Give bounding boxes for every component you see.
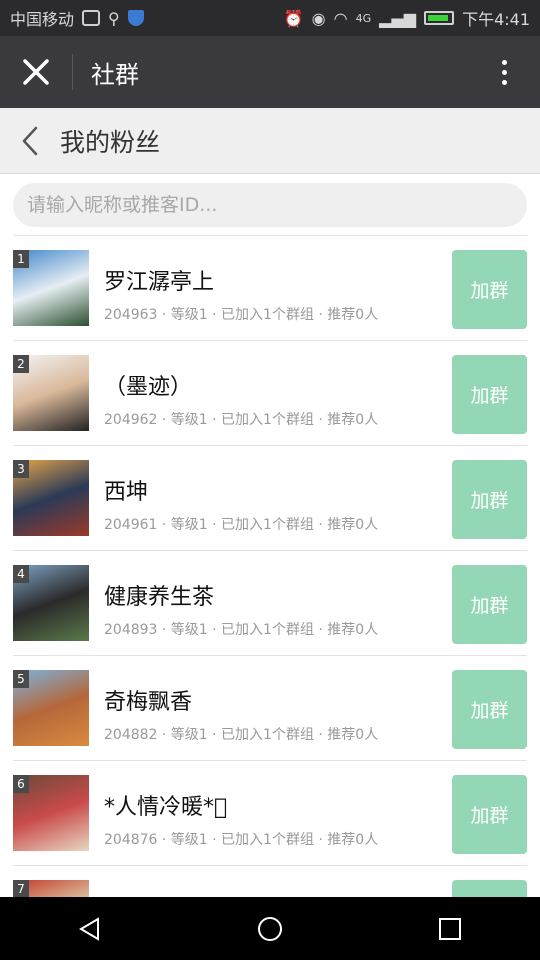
status-bar: 中国移动 ⚲ ⏰ ◉ ◠ 4G ▂▄▆ 下午4:41	[0, 0, 540, 36]
battery-icon	[424, 11, 455, 25]
fan-name: 西坤	[104, 480, 149, 505]
join-group-button[interactable]	[452, 880, 527, 897]
search-bar	[0, 175, 540, 235]
fan-row[interactable]: 5 奇梅飘香 204882 · 等级1 · 已加入1个群组 · 推荐0人 加群	[13, 655, 527, 760]
back-button[interactable]	[0, 108, 60, 174]
close-icon	[23, 59, 49, 85]
fan-meta: 204876 · 等级1 · 已加入1个群组 · 推荐0人	[104, 832, 379, 848]
rank-badge: 3	[13, 460, 29, 478]
chevron-left-icon	[22, 126, 38, 155]
wifi-icon: ◠	[333, 8, 348, 28]
more-vertical-icon	[501, 59, 507, 65]
avatar[interactable]: 1	[13, 250, 89, 326]
join-group-button[interactable]: 加群	[452, 355, 527, 434]
alarm-icon: ⏰	[283, 8, 304, 28]
system-nav-bar	[0, 897, 540, 960]
carrier-label: 中国移动	[10, 10, 75, 29]
avatar[interactable]: 4	[13, 565, 89, 641]
fan-meta: 204963 · 等级1 · 已加入1个群组 · 推荐0人	[104, 307, 379, 323]
fan-row[interactable]: 2 （墨迹） 204962 · 等级1 · 已加入1个群组 · 推荐0人 加群	[13, 340, 527, 445]
network-label: 4G	[355, 11, 372, 25]
avatar[interactable]: 5	[13, 670, 89, 746]
rank-badge: 6	[13, 775, 29, 793]
fan-name: *人情冷暖* 	[104, 795, 228, 820]
usb-icon: ⚲	[108, 8, 120, 28]
eye-icon: ◉	[311, 8, 326, 28]
avatar[interactable]: 2	[13, 355, 89, 431]
fan-meta: 204893 · 等级1 · 已加入1个群组 · 推荐0人	[104, 622, 379, 638]
fan-meta: 204962 · 等级1 · 已加入1个群组 · 推荐0人	[104, 412, 379, 428]
avatar[interactable]: 6	[13, 775, 89, 851]
fan-name: 奇梅飘香	[104, 690, 193, 715]
search-input[interactable]	[13, 183, 527, 227]
rank-badge: 2	[13, 355, 29, 373]
fan-meta: 204882 · 等级1 · 已加入1个群组 · 推荐0人	[104, 727, 379, 743]
app-title: 社群	[91, 60, 139, 89]
rank-badge: 1	[13, 250, 29, 268]
title-divider	[72, 54, 73, 90]
system-back-button[interactable]	[60, 904, 120, 954]
rank-badge: 5	[13, 670, 29, 688]
join-group-button[interactable]: 加群	[452, 460, 527, 539]
fan-row[interactable]: 6 *人情冷暖*  204876 · 等级1 · 已加入1个群组 · 推荐0人 加群	[13, 760, 527, 865]
join-group-button[interactable]: 加群	[452, 565, 527, 644]
title-bar: 社群	[0, 36, 540, 108]
square-recents-icon	[439, 917, 461, 940]
status-left: 中国移动 ⚲	[10, 6, 144, 30]
status-right: ⏰ ◉ ◠ 4G ▂▄▆ 下午4:41	[284, 6, 530, 30]
rank-badge: 4	[13, 565, 29, 583]
join-group-button[interactable]: 加群	[452, 670, 527, 749]
join-group-button[interactable]: 加群	[452, 775, 527, 854]
fan-name: （墨迹）	[104, 375, 193, 400]
fan-row[interactable]: 4 健康养生茶 204893 · 等级1 · 已加入1个群组 · 推荐0人 加群	[13, 550, 527, 655]
more-button[interactable]	[486, 54, 522, 90]
system-home-button[interactable]	[240, 904, 300, 954]
join-group-button[interactable]: 加群	[452, 250, 527, 329]
rank-badge: 7	[13, 880, 29, 897]
signal-icon: ▂▄▆	[379, 8, 417, 28]
fan-meta: 204961 · 等级1 · 已加入1个群组 · 推荐0人	[104, 517, 379, 533]
screen: 中国移动 ⚲ ⏰ ◉ ◠ 4G ▂▄▆ 下午4:41 社群 我的粉丝 请输入昵称…	[0, 0, 540, 960]
shield-icon	[127, 10, 144, 26]
page-title: 我的粉丝	[60, 127, 161, 157]
triangle-back-icon	[79, 916, 99, 941]
avatar[interactable]: 3	[13, 460, 89, 536]
close-button[interactable]	[0, 36, 72, 108]
circle-home-icon	[258, 916, 282, 941]
fan-name: 罗江潺亭上	[104, 270, 215, 295]
clock-label: 下午4:41	[462, 10, 530, 29]
fan-name: 健康养生茶	[104, 585, 215, 610]
system-recents-button[interactable]	[420, 904, 480, 954]
avatar[interactable]: 7	[13, 880, 89, 897]
notification-icon	[82, 10, 101, 26]
fan-row[interactable]: 3 西坤 204961 · 等级1 · 已加入1个群组 · 推荐0人 加群	[13, 445, 527, 550]
page-header: 我的粉丝	[0, 108, 540, 174]
fan-row[interactable]: 7	[13, 865, 527, 897]
fan-row[interactable]: 1 罗江潺亭上 204963 · 等级1 · 已加入1个群组 · 推荐0人 加群	[13, 235, 527, 340]
fans-list: 1 罗江潺亭上 204963 · 等级1 · 已加入1个群组 · 推荐0人 加群 2 （墨…	[0, 235, 540, 897]
